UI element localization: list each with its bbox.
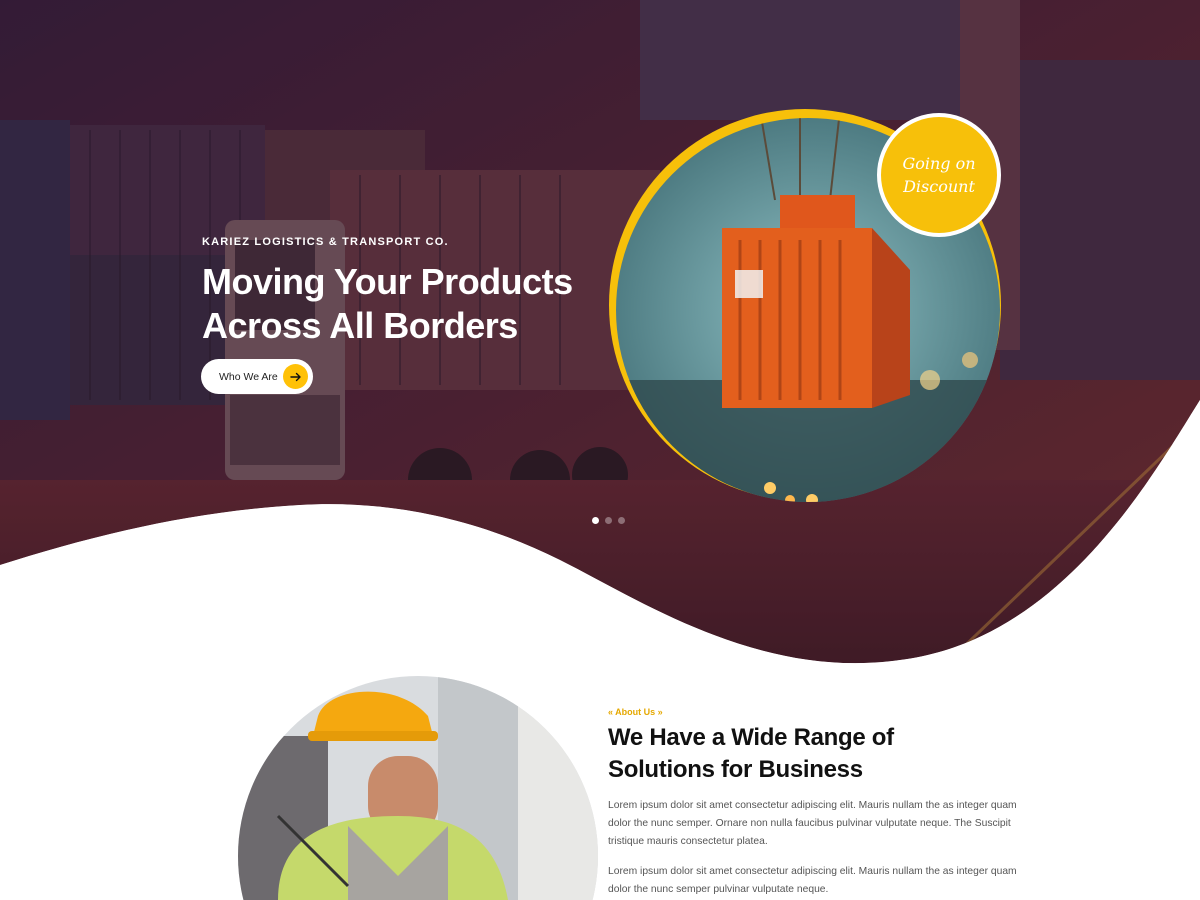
badge-line-1: Going on [902,154,976,173]
slider-dot-1[interactable] [592,517,599,524]
about-eyebrow: « About Us » [608,707,663,717]
about-worker-image [238,676,598,900]
hero-title-line-2: Across All Borders [202,305,518,346]
hero-eyebrow: KARIEZ LOGISTICS & TRANSPORT CO. [202,236,449,248]
arrow-right-icon [283,364,308,389]
about-title-line-2: Solutions for Business [608,756,863,783]
slider-dots [592,517,625,524]
slider-dot-2[interactable] [605,517,612,524]
hero-title: Moving Your Products Across All Borders [202,260,622,348]
who-we-are-label: Who We Are [219,370,278,383]
who-we-are-button[interactable]: Who We Are [201,359,313,394]
about-title: We Have a Wide Range of Solutions for Bu… [608,722,968,786]
hero-title-line-1: Moving Your Products [202,261,573,302]
badge-line-2: Discount [903,177,975,196]
discount-badge: Going on Discount [877,113,1001,237]
about-paragraph-1: Lorem ipsum dolor sit amet consectetur a… [608,800,1017,847]
hero-section: Going on Discount KARIEZ LOGISTICS & TRA… [0,0,1200,900]
about-title-line-1: We Have a Wide Range of [608,724,894,751]
slider-dot-3[interactable] [618,517,625,524]
about-paragraph-2: Lorem ipsum dolor sit amet consectetur a… [608,866,1017,895]
